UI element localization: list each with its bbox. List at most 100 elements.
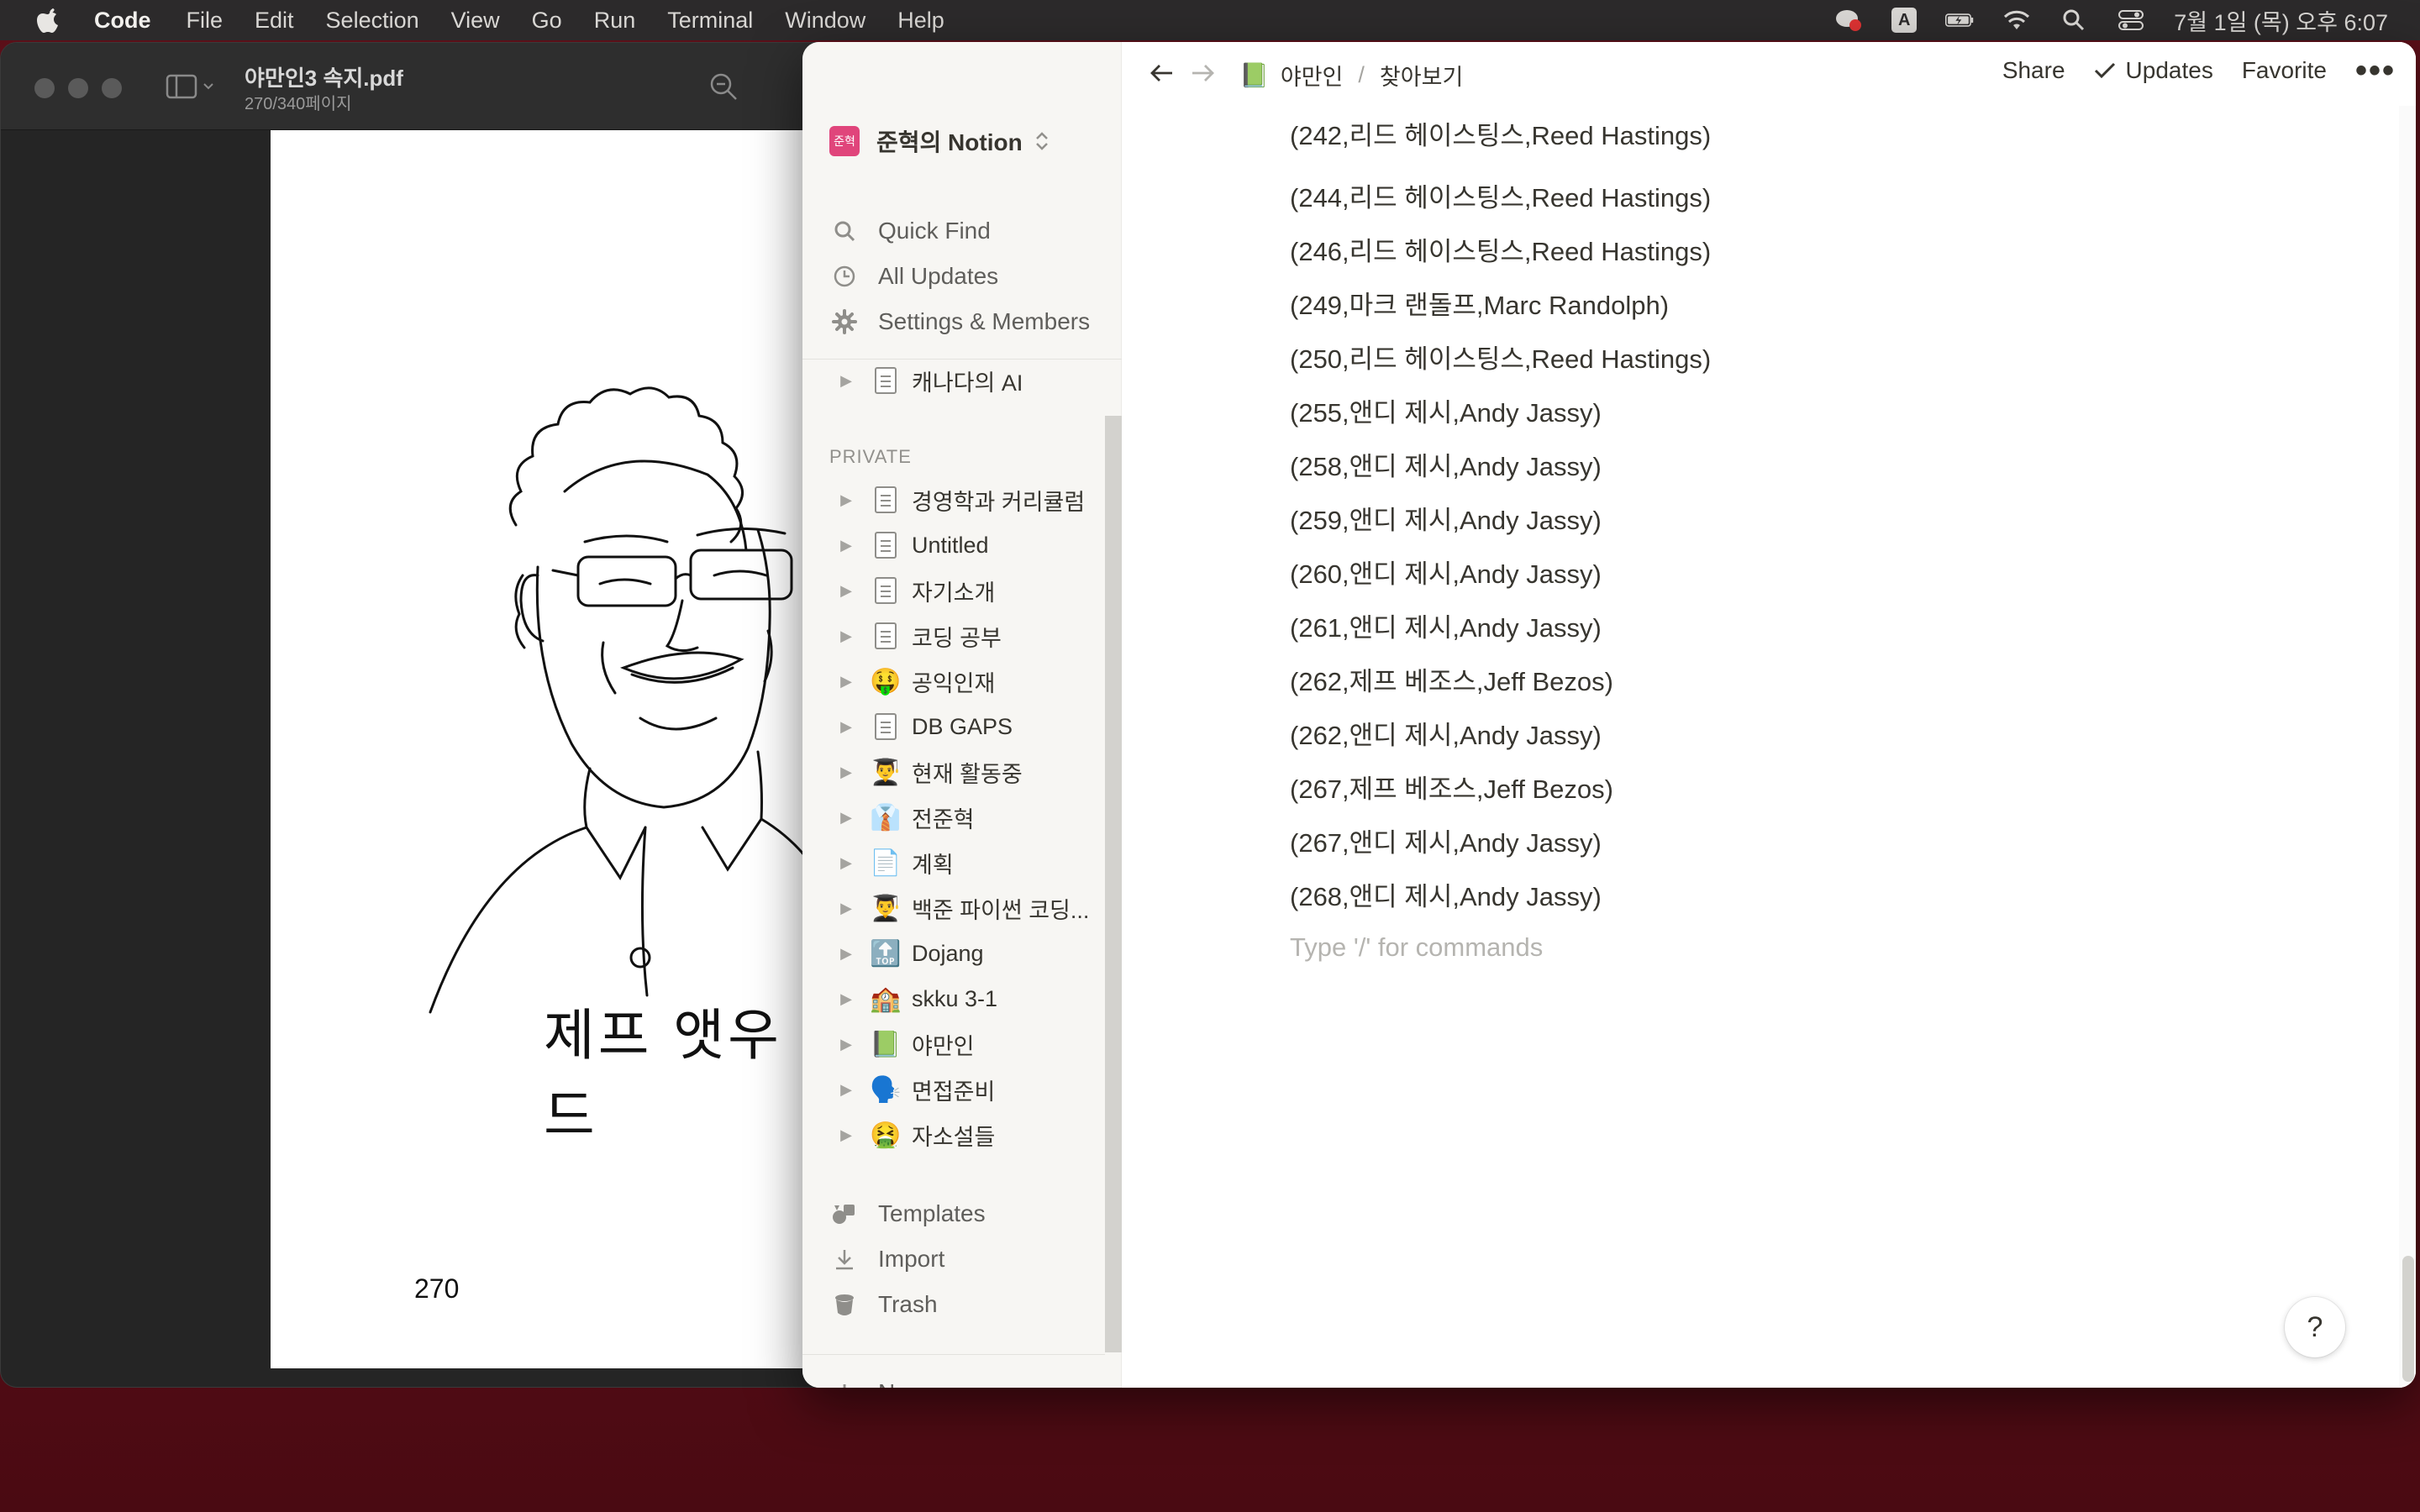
help-button[interactable]: ? xyxy=(2285,1297,2345,1357)
quick-find-label: Quick Find xyxy=(878,218,991,244)
menu-app-name[interactable]: Code xyxy=(94,8,151,34)
updates-button[interactable]: Updates xyxy=(2094,57,2213,84)
content-entry[interactable]: (246,리드 헤이스팅스,Reed Hastings) xyxy=(1290,222,1711,276)
menu-run[interactable]: Run xyxy=(594,8,636,34)
expand-toggle-icon[interactable]: ▶ xyxy=(836,1126,856,1144)
expand-toggle-icon[interactable]: ▶ xyxy=(836,673,856,690)
sidebar-page-item[interactable]: ▶ 👨‍🎓 현재 활동중 xyxy=(836,751,1122,793)
apple-menu-icon[interactable] xyxy=(35,6,60,34)
content-entry[interactable]: (261,앤디 제시,Andy Jassy) xyxy=(1290,598,1711,652)
close-window-button[interactable] xyxy=(34,78,55,98)
menu-window[interactable]: Window xyxy=(785,8,865,34)
sidebar-page-item[interactable]: ▶ 자기소개 xyxy=(836,570,1122,612)
quick-find-button[interactable]: Quick Find xyxy=(829,211,991,251)
input-source-icon[interactable]: A xyxy=(1891,8,1918,33)
expand-toggle-icon[interactable]: ▶ xyxy=(836,718,856,736)
spotlight-search-icon[interactable] xyxy=(2060,8,2088,33)
sidebar-page-label: 자기소개 xyxy=(912,580,996,606)
sidebar-page-item[interactable]: ▶ 📗 야만인 xyxy=(836,1023,1122,1065)
sidebar-page-item[interactable]: ▶ Untitled xyxy=(836,524,1122,566)
expand-toggle-icon[interactable]: ▶ xyxy=(836,1036,856,1053)
settings-members-button[interactable]: Settings & Members xyxy=(829,302,1090,342)
menubar-clock[interactable]: 7월 1일 (목) 오후 6:07 xyxy=(2174,4,2388,37)
all-updates-button[interactable]: All Updates xyxy=(829,256,998,297)
sidebar-page-item[interactable]: ▶ 코딩 공부 xyxy=(836,615,1122,657)
sidebar-page-item[interactable]: ▶ 🗣️ 면접준비 xyxy=(836,1068,1122,1110)
new-page-button[interactable]: + New page xyxy=(829,1373,984,1388)
expand-toggle-icon[interactable]: ▶ xyxy=(836,900,856,917)
expand-toggle-icon[interactable]: ▶ xyxy=(836,1081,856,1099)
wifi-icon[interactable] xyxy=(2002,8,2031,33)
battery-icon[interactable] xyxy=(1945,8,1974,33)
templates-button[interactable]: Templates xyxy=(829,1194,986,1234)
main-scrollbar[interactable] xyxy=(2399,42,2416,1388)
menu-terminal[interactable]: Terminal xyxy=(667,8,753,34)
breadcrumb-current[interactable]: 찾아보기 xyxy=(1380,59,1463,92)
sidebar-page-item[interactable]: ▶ 🤑 공익인재 xyxy=(836,660,1122,702)
notification-center-icon[interactable] xyxy=(1834,8,1863,33)
menu-selection[interactable]: Selection xyxy=(326,8,419,34)
sidebar-page-item[interactable]: ▶ 🤮 자소설들 xyxy=(836,1114,1122,1156)
sidebar-page-item[interactable]: ▶ 👔 전준혁 xyxy=(836,796,1122,838)
menu-go[interactable]: Go xyxy=(532,8,562,34)
content-entry[interactable]: (262,제프 베조스,Jeff Bezos) xyxy=(1290,652,1711,706)
sidebar-toggle-button[interactable] xyxy=(166,71,219,102)
menu-edit[interactable]: Edit xyxy=(255,8,294,34)
partially-visible-entry[interactable]: (242,리드 헤이스팅스,Reed Hastings) xyxy=(1290,114,1711,152)
content-entry[interactable]: (250,리드 헤이스팅스,Reed Hastings) xyxy=(1290,329,1711,383)
content-entry[interactable]: (267,제프 베조스,Jeff Bezos) xyxy=(1290,759,1711,813)
page-emoji-icon: 👨‍🎓 xyxy=(870,758,902,786)
import-label: Import xyxy=(878,1246,945,1272)
breadcrumb-parent[interactable]: 야만인 xyxy=(1281,59,1344,92)
content-entry[interactable]: (258,앤디 제시,Andy Jassy) xyxy=(1290,437,1711,491)
sidebar-page-item[interactable]: ▶ 🔝 Dojang xyxy=(836,932,1122,974)
content-entry[interactable]: (260,앤디 제시,Andy Jassy) xyxy=(1290,544,1711,598)
more-options-icon[interactable]: ••• xyxy=(2355,54,2396,87)
content-entry[interactable]: (268,앤디 제시,Andy Jassy) xyxy=(1290,867,1711,921)
expand-toggle-icon[interactable]: ▶ xyxy=(836,945,856,963)
content-entry[interactable]: (267,앤디 제시,Andy Jassy) xyxy=(1290,813,1711,867)
expand-toggle-icon[interactable]: ▶ xyxy=(836,627,856,645)
back-arrow-icon[interactable] xyxy=(1149,60,1176,92)
sidebar-page-item[interactable]: ▶ DB GAPS xyxy=(836,706,1122,748)
share-button[interactable]: Share xyxy=(2002,57,2065,84)
zoom-window-button[interactable] xyxy=(102,78,122,98)
sidebar-page-item[interactable]: ▶ 📄 계획 xyxy=(836,842,1122,884)
menu-file[interactable]: File xyxy=(187,8,224,34)
expand-toggle-icon[interactable]: ▶ xyxy=(836,491,856,509)
content-entry[interactable]: (262,앤디 제시,Andy Jassy) xyxy=(1290,706,1711,759)
import-button[interactable]: Import xyxy=(829,1239,944,1279)
menu-help[interactable]: Help xyxy=(897,8,944,34)
minimize-window-button[interactable] xyxy=(68,78,88,98)
sidebar-page-item[interactable]: ▶ 경영학과 커리큘럼 xyxy=(836,479,1122,521)
expand-toggle-icon[interactable]: ▶ xyxy=(836,854,856,872)
page-doc-icon xyxy=(871,621,900,651)
expand-toggle-icon[interactable]: ▶ xyxy=(836,537,856,554)
zoom-out-icon[interactable] xyxy=(708,71,739,106)
sidebar-page-item[interactable]: ▶ 👨‍🎓 백준 파이썬 코딩... xyxy=(836,887,1122,929)
expand-toggle-icon[interactable]: ▶ xyxy=(836,372,856,390)
new-block-placeholder[interactable]: Type '/' for commands xyxy=(1290,921,1711,974)
workspace-switcher[interactable]: 준혁 준혁의 Notion xyxy=(829,121,1050,161)
sidebar-page-canada-ai[interactable]: ▶ 캐나다의 AI xyxy=(836,360,1122,402)
content-entry[interactable]: (259,앤디 제시,Andy Jassy) xyxy=(1290,491,1711,544)
favorite-button[interactable]: Favorite xyxy=(2242,57,2327,84)
expand-toggle-icon[interactable]: ▶ xyxy=(836,990,856,1008)
content-entry[interactable]: (255,앤디 제시,Andy Jassy) xyxy=(1290,383,1711,437)
content-entry[interactable]: (249,마크 랜돌프,Marc Randolph) xyxy=(1290,276,1711,329)
menu-view[interactable]: View xyxy=(451,8,500,34)
trash-icon xyxy=(829,1289,860,1320)
forward-arrow-icon[interactable] xyxy=(1189,60,1216,92)
expand-toggle-icon[interactable]: ▶ xyxy=(836,764,856,781)
page-doc-icon xyxy=(871,365,900,396)
expand-toggle-icon[interactable]: ▶ xyxy=(836,809,856,827)
trash-button[interactable]: Trash xyxy=(829,1284,938,1325)
expand-toggle-icon[interactable]: ▶ xyxy=(836,582,856,600)
sidebar-page-label: 코딩 공부 xyxy=(912,625,1002,651)
workspace-avatar: 준혁 xyxy=(829,126,860,156)
control-center-icon[interactable] xyxy=(2117,8,2145,33)
content-entry[interactable]: (244,리드 헤이스팅스,Reed Hastings) xyxy=(1290,168,1711,222)
page-doc-icon xyxy=(871,485,900,515)
sidebar-page-item[interactable]: ▶ 🏫 skku 3-1 xyxy=(836,978,1122,1020)
updates-label: Updates xyxy=(2125,57,2213,83)
